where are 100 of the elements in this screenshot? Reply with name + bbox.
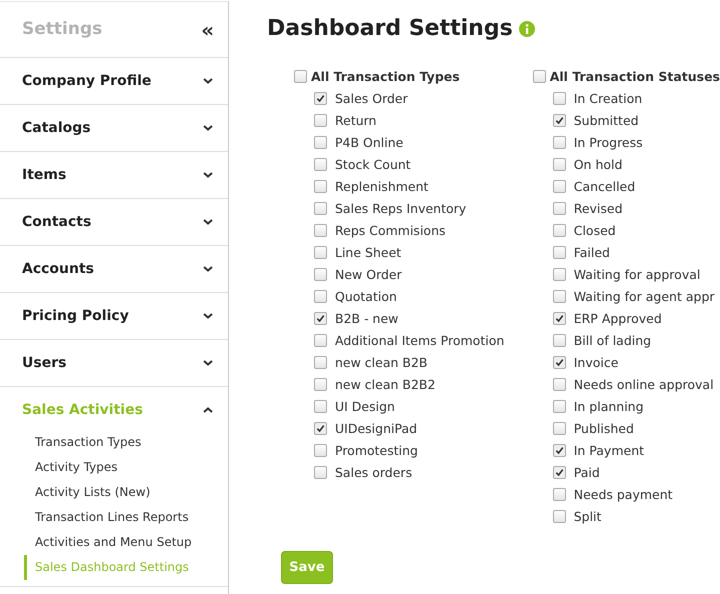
checkbox[interactable] <box>532 70 546 82</box>
sidebar-section[interactable]: Accounts <box>0 246 228 292</box>
chevron-down-icon <box>203 219 213 225</box>
checkbox[interactable] <box>314 180 327 192</box>
checkbox[interactable] <box>552 290 566 302</box>
checkbox-label: Replenishment <box>335 178 428 194</box>
checkbox-label: Sales orders <box>335 464 412 480</box>
checkbox[interactable] <box>314 136 327 148</box>
sidebar-link[interactable]: Transaction Lines Reports <box>24 505 228 530</box>
sidebar-section[interactable]: Catalogs <box>0 105 228 151</box>
checkbox[interactable] <box>552 202 566 214</box>
checkbox-label: Revised <box>574 200 623 216</box>
checkbox-label: Needs payment <box>574 486 673 502</box>
checkbox-label: new clean B2B <box>335 354 428 370</box>
checkbox-label: Paid <box>574 464 600 480</box>
chevron-down-icon <box>203 313 213 319</box>
checkbox[interactable] <box>314 422 327 434</box>
checkbox-label: P4B Online <box>335 134 404 150</box>
checkbox[interactable] <box>552 312 566 324</box>
sidebar-link[interactable]: Activities and Menu Setup <box>24 530 228 555</box>
checkbox[interactable] <box>552 114 566 126</box>
chevron-down-icon <box>203 266 213 272</box>
checkbox[interactable] <box>552 466 566 478</box>
checkbox-label: Waiting for agent appr <box>574 288 715 304</box>
checkbox[interactable] <box>552 268 566 280</box>
checkbox-label: UIDesigniPad <box>335 420 418 436</box>
checkbox[interactable] <box>314 290 327 302</box>
sidebar-title: Settings <box>22 19 102 39</box>
checkbox[interactable] <box>314 356 327 368</box>
checkbox-label: Split <box>574 508 602 524</box>
checkbox-label: Promotesting <box>335 442 418 458</box>
sidebar-link[interactable]: Transaction Types <box>24 430 228 455</box>
checkbox-label: B2B - new <box>335 310 398 326</box>
page-title: Dashboard Settings <box>267 16 513 41</box>
checkbox[interactable] <box>294 70 307 82</box>
chevron-down-icon <box>203 125 213 131</box>
collapse-button[interactable]: « <box>201 18 214 42</box>
checkbox[interactable] <box>314 114 327 126</box>
checkbox-label: Closed <box>574 222 616 238</box>
sidebar-section[interactable]: Pricing Policy <box>0 293 228 339</box>
checkbox[interactable] <box>552 488 566 500</box>
chevron-down-icon <box>203 78 213 84</box>
chevron-up-icon <box>203 407 213 413</box>
checkbox-label: All Transaction Statuses <box>550 68 720 84</box>
checkbox-label: On hold <box>574 156 622 172</box>
checkbox[interactable] <box>314 334 327 346</box>
sidebar-link[interactable]: Activity Types <box>24 455 228 480</box>
checkbox[interactable] <box>314 92 327 104</box>
checkbox-label: Sales Order <box>335 90 408 106</box>
checkbox-label: Waiting for approval <box>574 266 700 282</box>
checkbox-label: Stock Count <box>335 156 411 172</box>
checkbox[interactable] <box>552 510 566 522</box>
checkbox[interactable] <box>552 356 566 368</box>
checkbox-label: Cancelled <box>574 178 636 194</box>
checkbox-label: Submitted <box>574 112 639 128</box>
checkbox-label: Reps Commisions <box>335 222 446 238</box>
checkbox[interactable] <box>552 378 566 390</box>
checkbox-label: In Payment <box>574 442 644 458</box>
checkbox[interactable] <box>314 268 327 280</box>
checkbox[interactable] <box>552 400 566 412</box>
checkbox-label: New Order <box>335 266 402 282</box>
sidebar-section[interactable]: Items <box>0 152 228 198</box>
checkbox[interactable] <box>552 334 566 346</box>
checkbox[interactable] <box>314 444 327 456</box>
checkbox-label: Invoice <box>574 354 618 370</box>
checkbox[interactable] <box>552 422 566 434</box>
checkbox-label: ERP Approved <box>574 310 662 326</box>
checkbox-label: Return <box>335 112 376 128</box>
checkbox[interactable] <box>314 378 327 390</box>
chevron-down-icon <box>203 360 213 366</box>
checkbox[interactable] <box>314 246 327 258</box>
checkbox[interactable] <box>314 202 327 214</box>
checkbox-label: Additional Items Promotion <box>335 332 504 348</box>
checkbox-label: Needs online approval <box>574 376 714 392</box>
checkbox-label: In Creation <box>574 90 642 106</box>
checkbox[interactable] <box>552 158 566 170</box>
checkbox-label: Line Sheet <box>335 244 402 260</box>
info-icon[interactable] <box>518 20 535 36</box>
checkbox[interactable] <box>314 400 327 412</box>
checkbox[interactable] <box>552 136 566 148</box>
checkbox-label: Sales Reps Inventory <box>335 200 466 216</box>
checkbox[interactable] <box>552 92 566 104</box>
checkbox[interactable] <box>314 224 327 236</box>
sidebar-section[interactable]: Users <box>0 340 228 386</box>
checkbox[interactable] <box>552 444 566 456</box>
checkbox-label: In Progress <box>574 134 643 150</box>
checkbox-label: Failed <box>574 244 610 260</box>
checkbox-label: In planning <box>574 398 644 414</box>
checkbox[interactable] <box>314 158 327 170</box>
checkbox[interactable] <box>314 466 327 478</box>
checkbox[interactable] <box>552 180 566 192</box>
sidebar-section[interactable]: Company Profile <box>0 58 228 104</box>
checkbox[interactable] <box>314 312 327 324</box>
checkbox-label: UI Design <box>335 398 395 414</box>
sidebar-link[interactable]: Activity Lists (New) <box>24 480 228 505</box>
checkbox-label: Published <box>574 420 634 436</box>
checkbox[interactable] <box>552 224 566 236</box>
checkbox-label: Bill of lading <box>574 332 652 348</box>
sidebar-section[interactable]: Contacts <box>0 199 228 245</box>
checkbox[interactable] <box>552 246 566 258</box>
